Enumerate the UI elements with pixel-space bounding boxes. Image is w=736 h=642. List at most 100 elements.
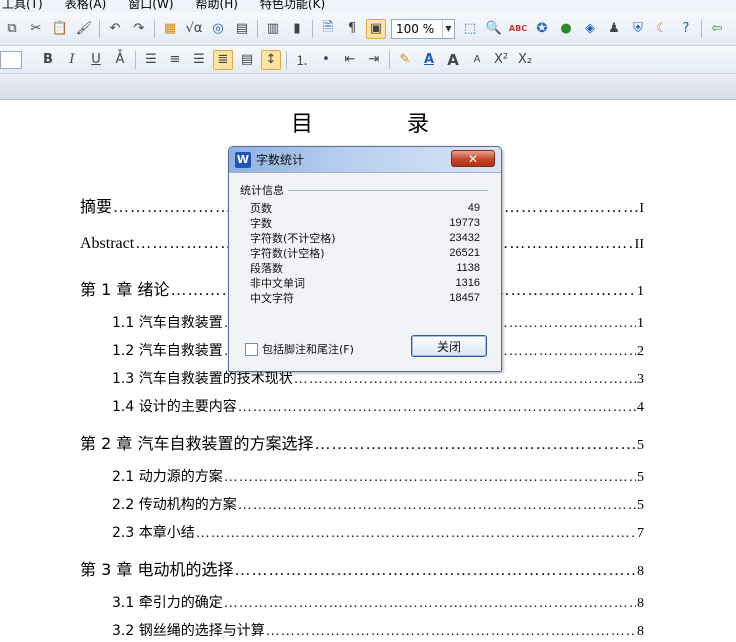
increase-indent-icon[interactable]: ⇥ <box>364 50 384 70</box>
format-painter-icon[interactable]: 🖌 <box>74 19 94 39</box>
find-icon[interactable]: 🔍 <box>484 19 504 39</box>
stat-label: 页数 <box>250 202 272 215</box>
stat-label: 字数 <box>250 217 272 230</box>
close-icon[interactable]: ✕ <box>451 150 495 167</box>
shirt-icon[interactable]: ♟ <box>604 19 624 39</box>
toc-entry-label: 2.3 本章小结 <box>112 525 195 541</box>
close-button[interactable]: 关闭 <box>411 335 487 357</box>
toc-leader-dots <box>234 562 636 580</box>
toc-leader-dots <box>224 596 636 612</box>
decrease-indent-icon[interactable]: ⇤ <box>340 50 360 70</box>
stat-value: 26521 <box>449 247 480 259</box>
underline-button[interactable]: U <box>86 50 106 70</box>
insert-table-icon[interactable]: ▦ <box>160 19 180 39</box>
stat-label: 段落数 <box>250 262 283 275</box>
subscript-button[interactable]: X₂ <box>515 50 535 70</box>
numbering-icon[interactable]: ⒈ <box>292 50 312 70</box>
toc-entry-label: Abstract <box>80 235 135 252</box>
redo-icon[interactable]: ↷ <box>129 19 149 39</box>
menu-table[interactable]: 表格(A) <box>65 0 107 10</box>
toc-entry-label: 1.2 汽车自救装置 <box>112 343 223 359</box>
columns-icon[interactable]: ▥ <box>263 19 283 39</box>
online-icon[interactable]: ● <box>556 19 576 39</box>
toc-entry-section[interactable]: 3.1 牵引力的确定 8 <box>112 592 644 612</box>
align-right-icon[interactable]: ☰ <box>189 50 209 70</box>
align-center-icon[interactable]: ≡ <box>165 50 185 70</box>
stat-row: 段落数 1138 <box>250 261 480 276</box>
toc-entry-section[interactable]: 2.2 传动机构的方案 5 <box>112 494 644 514</box>
toc-leader-dots <box>196 526 636 542</box>
font-size-input[interactable] <box>0 50 22 69</box>
toc-entry-page: 8 <box>637 564 644 579</box>
back-arrow-icon[interactable]: ⇦ <box>707 19 727 39</box>
help-icon[interactable]: ? <box>676 19 696 39</box>
toc-entry-page: 3 <box>637 372 644 387</box>
copy-icon[interactable]: ⧉ <box>2 19 22 39</box>
toc-entry-chapter[interactable]: 第 3 章 电动机的选择 8 <box>80 556 644 580</box>
toc-entry-page: 8 <box>637 596 644 611</box>
toc-entry-page: 8 <box>637 624 644 639</box>
shield-icon[interactable]: ⛨ <box>628 19 648 39</box>
menu-help[interactable]: 帮助(H) <box>196 0 238 10</box>
stat-value: 23432 <box>449 232 480 244</box>
menu-bar: 工具(T) 表格(A) 窗口(W) 帮助(H) 特色功能(K) <box>0 0 736 12</box>
line-spacing-icon[interactable]: ↕ <box>261 49 281 70</box>
toc-entry-section[interactable]: 2.1 动力源的方案 5 <box>112 466 644 486</box>
checkbox-box[interactable] <box>245 342 258 356</box>
zoom-value: 100 % <box>396 21 435 36</box>
toc-entry-label: 2.1 动力源的方案 <box>112 469 223 485</box>
toc-entry-page: 5 <box>637 498 644 513</box>
superscript-button[interactable]: X² <box>491 50 511 70</box>
toc-entry-label: 2.2 传动机构的方案 <box>112 497 237 513</box>
align-left-icon[interactable]: ☰ <box>141 50 161 70</box>
distribute-icon[interactable]: ▤ <box>237 50 257 70</box>
italic-button[interactable]: I <box>62 50 82 70</box>
menu-window[interactable]: 窗口(W) <box>128 0 173 10</box>
toc-entry-section[interactable]: 2.3 本章小结 7 <box>112 522 644 542</box>
cut-icon[interactable]: ✂ <box>26 19 46 39</box>
toc-entry-label: 1.4 设计的主要内容 <box>112 399 237 415</box>
formula-icon[interactable]: √α <box>184 19 204 39</box>
read-mode-icon[interactable]: ▣ <box>366 18 386 39</box>
toolbar-separator <box>286 50 287 69</box>
chevron-down-icon: ▼ <box>442 19 454 38</box>
highlight-icon[interactable]: ✎ <box>395 50 415 70</box>
toc-leader-dots <box>314 436 636 454</box>
show-marks-icon[interactable]: ¶ <box>342 19 362 39</box>
bold-button[interactable]: B <box>38 50 58 70</box>
chart-icon[interactable]: ▮ <box>287 19 307 39</box>
stat-label: 中文字符 <box>250 292 294 305</box>
text-effect-icon[interactable]: Ǡ <box>110 50 130 70</box>
toc-entry-section[interactable]: 3.2 钢丝绳的选择与计算 8 <box>112 620 644 640</box>
grow-font-button[interactable]: A <box>443 50 463 70</box>
justify-icon[interactable]: ≣ <box>213 49 233 70</box>
zoom-select[interactable]: 100 % ▼ <box>391 18 455 39</box>
translate-icon[interactable]: ✪ <box>532 19 552 39</box>
include-footnotes-checkbox[interactable]: 包括脚注和尾注(F) <box>245 341 354 357</box>
font-color-button[interactable]: A <box>419 50 439 70</box>
templates-icon[interactable]: ◈ <box>580 19 600 39</box>
undo-icon[interactable]: ↶ <box>105 19 125 39</box>
bullets-icon[interactable]: • <box>316 50 336 70</box>
paste-icon[interactable]: 📋 <box>50 19 70 39</box>
document-map-icon[interactable]: 🗎 <box>318 19 338 39</box>
moon-icon[interactable]: ☾ <box>652 19 672 39</box>
toc-entry-page: 4 <box>637 400 644 415</box>
stat-row: 中文字符 18457 <box>250 291 480 306</box>
toc-entry-section[interactable]: 1.4 设计的主要内容 4 <box>112 396 644 416</box>
shrink-font-button[interactable]: A <box>467 50 487 70</box>
stat-row: 字符数(计空格) 26521 <box>250 246 480 261</box>
select-objects-icon[interactable]: ⬚ <box>460 19 480 39</box>
dialog-title: 字数统计 <box>256 153 305 167</box>
toc-entry-label: 摘要 <box>80 197 113 216</box>
stat-row: 页数 49 <box>250 201 480 216</box>
menu-features[interactable]: 特色功能(K) <box>260 0 325 10</box>
stats-list: 页数 49 字数 19773 字符数(不计空格) 23432 字符数(计空格) 26521 段落… <box>250 201 480 306</box>
spellcheck-icon[interactable]: ABC <box>508 19 528 39</box>
toc-leader-dots <box>266 624 636 640</box>
dialog-titlebar[interactable]: W 字数统计 ✕ <box>229 147 501 173</box>
menu-tools[interactable]: 工具(T) <box>2 0 43 10</box>
toc-entry-chapter[interactable]: 第 2 章 汽车自救装置的方案选择 5 <box>80 430 644 454</box>
hyperlink-icon[interactable]: ◎ <box>208 19 228 39</box>
table-grid-icon[interactable]: ▤ <box>232 19 252 39</box>
